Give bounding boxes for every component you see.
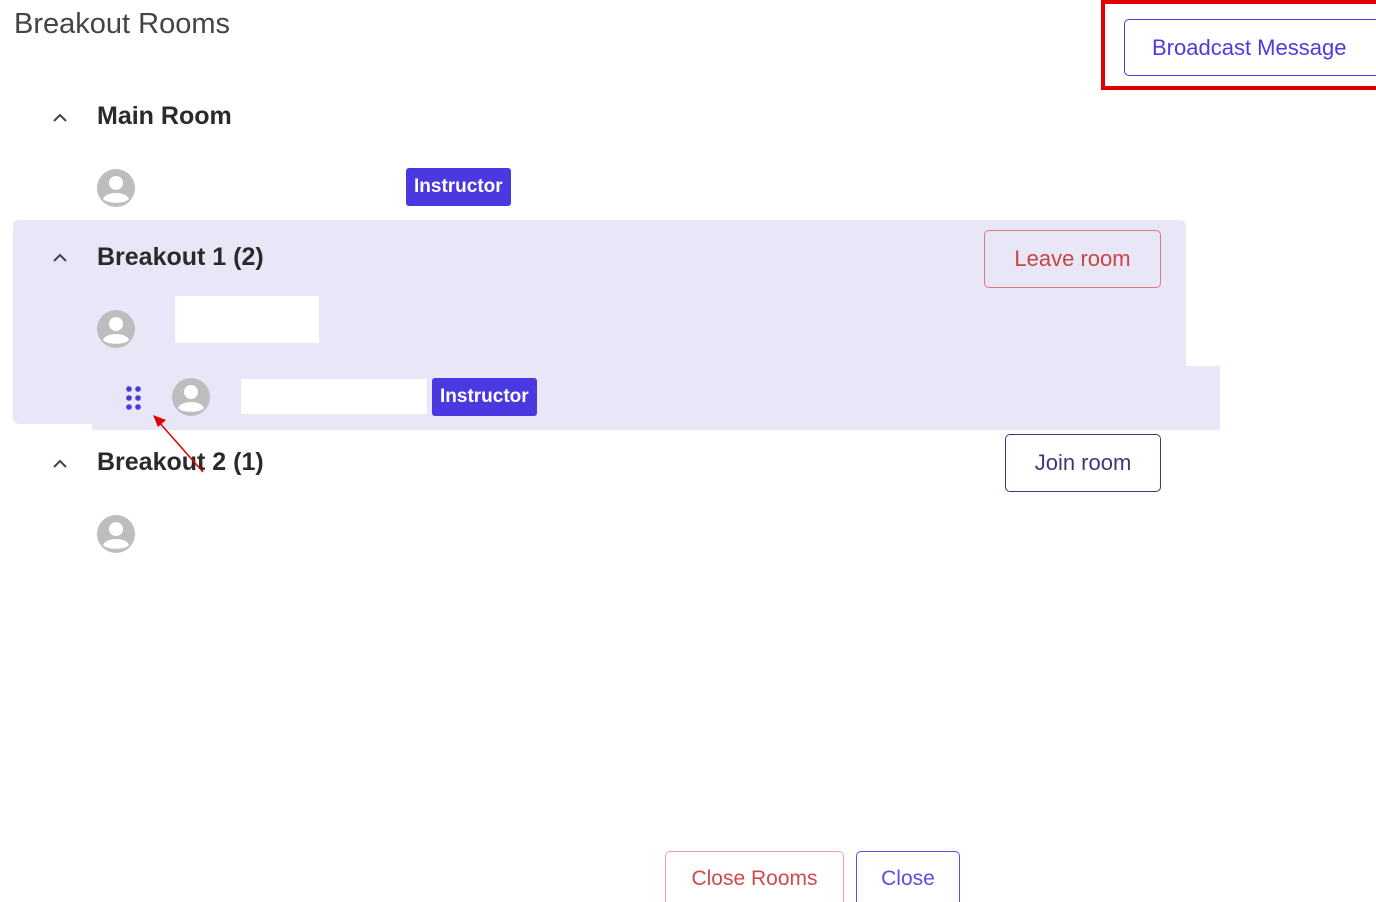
avatar-icon [96,514,136,554]
close-button[interactable]: Close [856,851,960,902]
room-title-breakout-1: Breakout 1 (2) [97,243,264,271]
participant-name [175,296,319,343]
chevron-up-icon[interactable] [46,450,74,478]
instructor-badge: Instructor [432,378,537,416]
avatar-icon [171,377,211,417]
breakout-rooms-dialog: Breakout Rooms Broadcast Message Main Ro… [0,0,1376,902]
page-title: Breakout Rooms [14,8,230,40]
avatar-icon [96,309,136,349]
close-rooms-button[interactable]: Close Rooms [665,851,844,902]
avatar-icon [96,168,136,208]
room-title-breakout-2: Breakout 2 (1) [97,448,264,476]
leave-room-button[interactable]: Leave room [984,230,1161,288]
join-room-button[interactable]: Join room [1005,434,1161,492]
chevron-up-icon[interactable] [46,104,74,132]
broadcast-message-button[interactable]: Broadcast Message [1124,19,1376,76]
drag-handle-icon[interactable] [123,384,145,412]
room-title-main: Main Room [97,102,232,130]
chevron-up-icon[interactable] [46,244,74,272]
instructor-badge: Instructor [406,168,511,206]
participant-name [241,379,427,414]
